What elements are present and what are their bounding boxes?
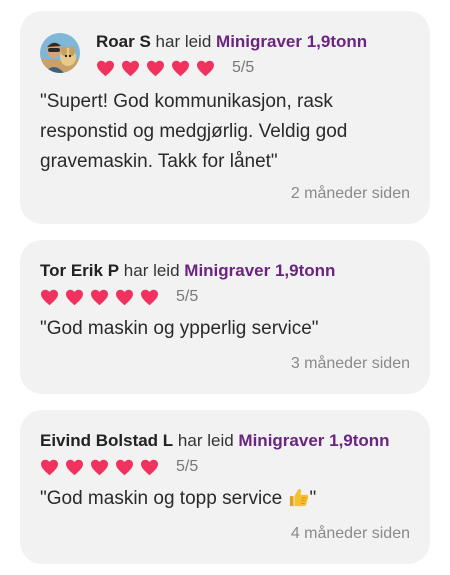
- heart-rating: [40, 289, 159, 306]
- rating-score: 5/5: [176, 288, 199, 305]
- avatar[interactable]: [40, 33, 80, 73]
- product-link[interactable]: Minigraver 1,9tonn: [216, 32, 367, 51]
- reviewer-name[interactable]: Roar S: [96, 32, 151, 51]
- heart-icon: [141, 289, 158, 305]
- rating: 5/5: [40, 457, 198, 477]
- review-header: Tor Erik P har leid Minigraver 1,9tonn: [40, 260, 335, 282]
- heart-icon: [116, 459, 133, 475]
- thumbs-up-icon: [289, 488, 308, 507]
- rating: 5/5: [40, 287, 198, 307]
- heart-icon: [66, 459, 83, 475]
- heart-rating: [40, 459, 159, 476]
- heart-icon: [147, 60, 164, 76]
- reviewer-name[interactable]: Tor Erik P: [40, 261, 119, 280]
- review-comment-end: ": [309, 488, 317, 509]
- review-card: Roar S har leid Minigraver 1,9tonn 5/5 "…: [20, 11, 430, 224]
- rented-verb: har leid: [155, 32, 212, 51]
- rented-verb: har leid: [177, 431, 234, 450]
- review-card: Tor Erik P har leid Minigraver 1,9tonn 5…: [20, 240, 430, 394]
- heart-icon: [91, 289, 108, 305]
- review-header: Roar S har leid Minigraver 1,9tonn: [96, 31, 367, 53]
- heart-icon: [41, 459, 58, 475]
- review-comment-text: "God maskin og topp service: [40, 488, 283, 509]
- reviewer-name[interactable]: Eivind Bolstad L: [40, 431, 173, 450]
- heart-icon: [91, 459, 108, 475]
- heart-icon: [66, 289, 83, 305]
- review-card: Eivind Bolstad L har leid Minigraver 1,9…: [20, 410, 430, 564]
- product-link[interactable]: Minigraver 1,9tonn: [238, 431, 389, 450]
- review-comment: "God maskin og topp service ": [40, 484, 414, 514]
- review-comment: "God maskin og ypperlig service": [40, 318, 319, 339]
- heart-icon: [97, 60, 114, 76]
- heart-icon: [141, 459, 158, 475]
- heart-icon: [122, 60, 139, 76]
- rating: 5/5: [96, 58, 254, 78]
- review-timestamp: 2 måneder siden: [290, 185, 410, 202]
- review-timestamp: 3 måneder siden: [290, 355, 410, 372]
- rating-score: 5/5: [232, 59, 255, 76]
- rented-verb: har leid: [123, 261, 180, 280]
- review-comment: "Supert! God kommunikasjon, rask respons…: [40, 91, 348, 172]
- heart-rating: [96, 60, 215, 77]
- heart-icon: [172, 60, 189, 76]
- review-timestamp: 4 måneder siden: [290, 525, 410, 542]
- heart-icon: [116, 289, 133, 305]
- heart-icon: [197, 60, 214, 76]
- heart-icon: [41, 289, 58, 305]
- product-link[interactable]: Minigraver 1,9tonn: [184, 261, 335, 280]
- review-header: Eivind Bolstad L har leid Minigraver 1,9…: [40, 430, 390, 452]
- rating-score: 5/5: [176, 458, 199, 475]
